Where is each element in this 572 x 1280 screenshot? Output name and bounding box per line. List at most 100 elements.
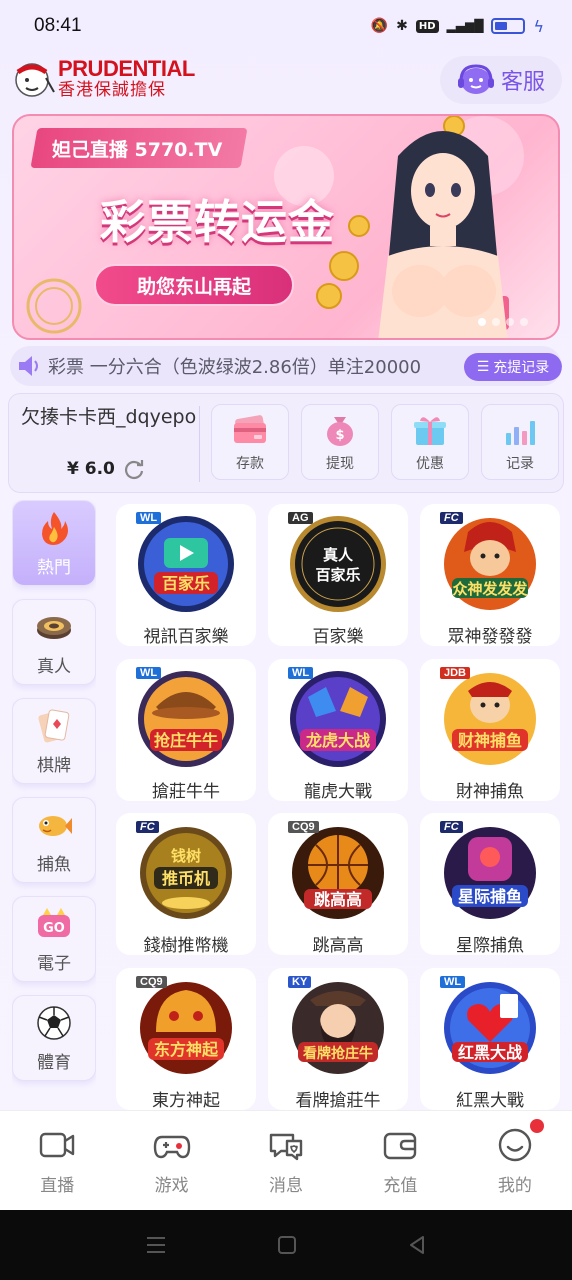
svg-text:看牌抢庄牛: 看牌抢庄牛 [302, 1045, 373, 1062]
promo-banner[interactable]: 妲己直播 5770.TV 彩票转运金 助您东山再起 [12, 114, 560, 340]
game-card[interactable]: WL 龙虎大战 龍虎大戰 [268, 658, 408, 802]
refresh-icon[interactable] [123, 458, 145, 480]
game-card[interactable]: CQ9 跳高高 跳高高 [268, 813, 408, 956]
tab-games-label: 游戏 [154, 1176, 189, 1196]
banner-cta-button[interactable]: 助您东山再起 [94, 264, 294, 306]
svg-text:跳高高: 跳高高 [314, 890, 362, 909]
notification-badge [530, 1119, 545, 1133]
profile-icon [498, 1128, 532, 1162]
category-fishing[interactable]: 捕魚 [12, 797, 96, 883]
withdraw-button[interactable]: $ 提现 [301, 404, 379, 480]
provider-badge: FC [136, 821, 159, 833]
svg-text:红黑大战: 红黑大战 [458, 1043, 522, 1062]
tab-profile[interactable]: 我的 [458, 1111, 572, 1210]
logo-text-en: PRUDENTIAL [58, 56, 195, 81]
hd-badge: HD [415, 19, 439, 33]
customer-service-button[interactable]: 客服 [440, 56, 562, 104]
game-name: 看牌搶莊牛 [295, 1090, 381, 1111]
category-live[interactable]: 真人 [12, 599, 96, 685]
game-icon: WL 抢庄牛牛 [134, 666, 238, 771]
deposit-withdraw-record-button[interactable]: ☰ 充提记录 [464, 353, 562, 381]
game-card[interactable]: JDB 财神捕鱼 財神捕魚 [420, 658, 560, 802]
provider-badge: CQ9 [136, 975, 167, 988]
game-card[interactable]: WL 百家乐 視訊百家樂 [116, 504, 256, 647]
category-hot[interactable]: 熱門 [12, 500, 96, 586]
game-name: 錢樹推幣機 [143, 936, 229, 956]
live-camera-icon [40, 1132, 75, 1158]
status-bar: 08:41 🔕 ✱ HD ▂▄▆█ ϟ [0, 0, 572, 52]
svg-text:财神捕鱼: 财神捕鱼 [457, 731, 522, 750]
status-time: 08:41 [34, 15, 82, 36]
category-cards[interactable]: 棋牌 [12, 698, 96, 784]
promotions-button[interactable]: 优惠 [391, 404, 469, 480]
game-icon: WL 红黑大战 [438, 975, 542, 1080]
game-card[interactable]: FC 众神发发发 眾神發發發 [420, 504, 560, 647]
records-button[interactable]: 记录 [481, 404, 559, 480]
tab-live[interactable]: 直播 [0, 1111, 114, 1210]
banner-girl-illustration [378, 131, 508, 338]
tab-messages[interactable]: 消息 [229, 1111, 343, 1210]
fish-icon [39, 815, 72, 836]
category-sports-label: 體育 [37, 1052, 71, 1073]
svg-text:抢庄牛牛: 抢庄牛牛 [154, 731, 218, 750]
tab-recharge[interactable]: 充值 [343, 1111, 457, 1210]
category-hot-label: 熱門 [37, 557, 71, 578]
game-icon: FC 钱树 推币机 [134, 821, 238, 925]
provider-badge: WL [288, 666, 314, 679]
category-live-label: 真人 [37, 656, 71, 677]
charging-icon: ϟ [533, 16, 544, 36]
game-icon: WL 百家乐 [134, 512, 238, 616]
game-card[interactable]: CQ9 东方神起 東方神起 [116, 967, 256, 1111]
bluetooth-icon: ✱ [396, 18, 408, 34]
svg-text:百家乐: 百家乐 [315, 566, 360, 584]
game-card[interactable]: WL 红黑大战 紅黑大戰 [420, 967, 560, 1110]
tab-messages-label: 消息 [269, 1176, 304, 1196]
logo-text-zh: 香港保誠擔保 [58, 80, 166, 100]
status-icons: 🔕 ✱ HD ▂▄▆█ ϟ [371, 17, 544, 36]
provider-badge: WL [136, 666, 162, 679]
deposit-button[interactable]: 存款 [211, 404, 289, 480]
game-name: 東方神起 [152, 1090, 220, 1111]
bottom-tab-bar: 直播 游戏 消息 充值 我的 [0, 1110, 572, 1210]
category-sports[interactable]: 體育 [12, 995, 96, 1081]
game-card[interactable]: WL 抢庄牛牛 搶莊牛牛 [116, 658, 256, 802]
game-name: 眾神發發發 [447, 627, 533, 647]
banner-title: 彩票转运金 [100, 195, 335, 249]
tab-live-label: 直播 [40, 1176, 75, 1196]
promotions-label: 优惠 [416, 456, 444, 472]
game-icon: JDB 财神捕鱼 [438, 666, 542, 771]
game-card[interactable]: FC 钱树 推币机 錢樹推幣機 [116, 813, 256, 956]
svg-text:众神发发发: 众神发发发 [452, 580, 528, 598]
signal-icon: ▂▄▆█ [446, 19, 484, 33]
game-name: 龍虎大戰 [304, 781, 372, 802]
game-name: 視訊百家樂 [143, 627, 229, 647]
home-icon[interactable] [277, 1235, 297, 1255]
wallet-icon [384, 1132, 417, 1160]
provider-badge: FC [440, 512, 463, 524]
message-icon [269, 1133, 303, 1161]
games-grid: WL 百家乐 視訊百家樂 AG 真人 百家乐 百家樂 FC 众神发发发 眾神發發發… [116, 504, 560, 1110]
game-name: 百家樂 [312, 627, 364, 647]
game-icon: KY 看牌抢庄牛 [286, 975, 390, 1080]
game-icon: WL 龙虎大战 [286, 666, 390, 771]
category-slots[interactable]: GO 電子 [12, 896, 96, 982]
game-card[interactable]: AG 真人 百家乐 百家樂 [268, 504, 408, 647]
svg-text:龙虎大战: 龙虎大战 [305, 731, 370, 750]
gamepad-icon [153, 1135, 190, 1159]
banner-pagination [478, 318, 528, 326]
account-actions: 存款 $ 提现 优惠 记录 [211, 404, 559, 480]
menu-icon[interactable] [145, 1235, 167, 1255]
announcement-marquee[interactable]: 彩票 一分六合（色波绿波2.86倍）单注20000 ☰ 充提记录 [10, 346, 562, 386]
headset-icon [457, 64, 494, 94]
svg-text:东方神起: 东方神起 [154, 1040, 219, 1059]
game-card[interactable]: KY 看牌抢庄牛 看牌搶莊牛 [268, 967, 408, 1111]
provider-badge: CQ9 [288, 821, 319, 833]
system-navigation-bar [0, 1210, 572, 1280]
fire-icon [42, 511, 68, 545]
back-icon[interactable] [407, 1235, 427, 1255]
slot-icon: GO [38, 907, 70, 937]
balance-value: ¥ 6.0 [67, 459, 115, 479]
tab-profile-label: 我的 [497, 1176, 532, 1196]
game-card[interactable]: FC 星际捕鱼 星際捕魚 [420, 813, 560, 956]
tab-games[interactable]: 游戏 [114, 1111, 228, 1210]
